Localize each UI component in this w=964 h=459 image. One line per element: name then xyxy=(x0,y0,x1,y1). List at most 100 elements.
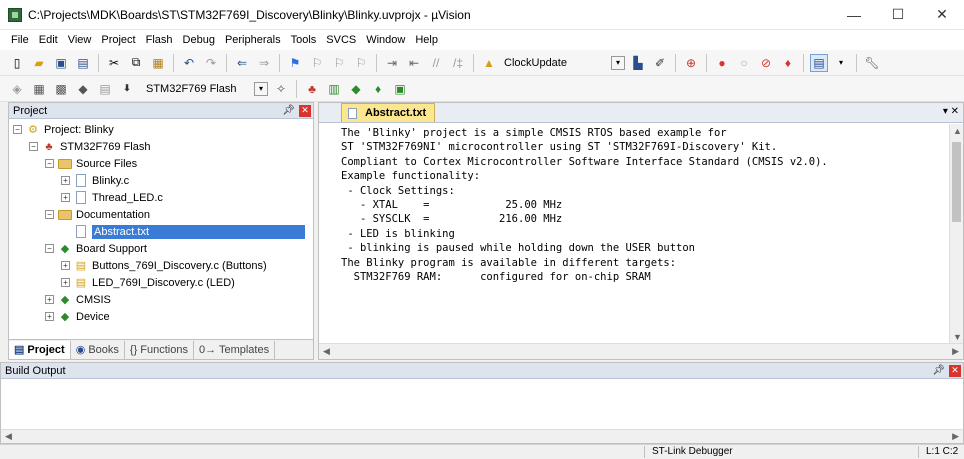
prev-bookmark-icon[interactable]: ⚐ xyxy=(308,54,326,72)
scroll-thumb[interactable] xyxy=(952,142,961,222)
undo-icon[interactable]: ↶ xyxy=(180,54,198,72)
build-icon[interactable]: ▦ xyxy=(30,80,48,98)
expand-icon[interactable]: + xyxy=(61,193,70,202)
tree-item-cmsis[interactable]: + ◆ CMSIS xyxy=(9,291,313,308)
comment-icon[interactable]: // xyxy=(427,54,445,72)
menu-debug[interactable]: Debug xyxy=(178,34,220,46)
menu-view[interactable]: View xyxy=(63,34,97,46)
redo-icon[interactable]: ↷ xyxy=(202,54,220,72)
collapse-icon[interactable]: − xyxy=(13,125,22,134)
save-all-icon[interactable]: ▤ xyxy=(74,54,92,72)
close-panel-icon[interactable]: ✕ xyxy=(299,104,311,117)
menu-peripherals[interactable]: Peripherals xyxy=(220,34,286,46)
kill-all-breakpoints-icon[interactable]: ♦ xyxy=(779,54,797,72)
tab-project[interactable]: ▤ Project xyxy=(9,340,71,359)
download-icon[interactable]: ⬇ xyxy=(118,80,136,98)
cut-icon[interactable]: ✂ xyxy=(105,54,123,72)
find-icon[interactable]: ▙ xyxy=(629,54,647,72)
pack-installer-icon[interactable]: ♦ xyxy=(369,80,387,98)
expand-icon[interactable]: + xyxy=(45,312,54,321)
minimize-button[interactable]: — xyxy=(832,0,876,30)
tree-item-buttons-c[interactable]: + ▤ Buttons_769I_Discovery.c (Buttons) xyxy=(9,257,313,274)
run-time-env-icon[interactable]: ▣ xyxy=(391,80,409,98)
tree-item-led-c[interactable]: + ▤ LED_769I_Discovery.c (LED) xyxy=(9,274,313,291)
scroll-left-icon[interactable]: ◀ xyxy=(5,431,12,442)
expand-icon[interactable]: + xyxy=(61,261,70,270)
paste-icon[interactable]: ▦ xyxy=(149,54,167,72)
expand-icon[interactable]: + xyxy=(61,176,70,185)
target-select[interactable]: STM32F769 Flash xyxy=(142,80,252,98)
copy-icon[interactable]: ⧉ xyxy=(127,54,145,72)
incremental-find-icon[interactable]: ✐ xyxy=(651,54,669,72)
dropdown-arrow-icon[interactable]: ▾ xyxy=(610,55,625,70)
menu-file[interactable]: File xyxy=(6,34,34,46)
collapse-icon[interactable]: − xyxy=(45,244,54,253)
stop-build-icon[interactable]: ▤ xyxy=(96,80,114,98)
menu-flash[interactable]: Flash xyxy=(141,34,178,46)
tree-item-device[interactable]: + ◆ Device xyxy=(9,308,313,325)
indent-icon[interactable]: ⇥ xyxy=(383,54,401,72)
collapse-icon[interactable]: − xyxy=(45,210,54,219)
find-function-field[interactable]: ClockUpdate xyxy=(504,57,567,69)
tab-books[interactable]: ◉ Books xyxy=(71,340,125,359)
tree-item-source-files[interactable]: − Source Files xyxy=(9,155,313,172)
start-debug-icon[interactable]: ⊕ xyxy=(682,54,700,72)
editor-vertical-scrollbar[interactable]: ▲ ▼ xyxy=(949,124,963,344)
tree-item-target[interactable]: − ♣ STM32F769 Flash xyxy=(9,138,313,155)
bookmark-icon[interactable]: ⚑ xyxy=(286,54,304,72)
close-button[interactable]: ✕ xyxy=(920,0,964,30)
menu-edit[interactable]: Edit xyxy=(34,34,63,46)
target-options-icon[interactable]: ✧ xyxy=(272,80,290,98)
batch-build-icon[interactable]: ◆ xyxy=(74,80,92,98)
configure-icon[interactable]: 🔧︎ xyxy=(863,54,881,72)
maximize-button[interactable]: ☐ xyxy=(876,0,920,30)
tree-item-project[interactable]: − ⚙ Project: Blinky xyxy=(9,121,313,138)
find-in-files-icon[interactable]: ▲ xyxy=(480,54,498,72)
pin-icon[interactable]: 📌︎ xyxy=(932,365,945,376)
menu-help[interactable]: Help xyxy=(410,34,443,46)
tab-list-icon[interactable]: ▾ ✕ xyxy=(943,106,959,117)
expand-icon[interactable]: + xyxy=(45,295,54,304)
scroll-up-icon[interactable]: ▲ xyxy=(953,126,962,136)
new-file-icon[interactable]: ▯ xyxy=(8,54,26,72)
tree-item-abstract-txt[interactable]: Abstract.txt xyxy=(9,223,313,240)
editor-horizontal-scrollbar[interactable]: ◀ ▶ xyxy=(319,343,963,359)
editor-tab-abstract[interactable]: Abstract.txt xyxy=(341,103,436,122)
uncomment-icon[interactable]: /‡ xyxy=(449,54,467,72)
tree-item-documentation[interactable]: − Documentation xyxy=(9,206,313,223)
menu-window[interactable]: Window xyxy=(361,34,410,46)
scroll-left-icon[interactable]: ◀ xyxy=(323,346,330,357)
menu-project[interactable]: Project xyxy=(96,34,140,46)
collapse-icon[interactable]: − xyxy=(29,142,38,151)
tab-templates[interactable]: 0→ Templates xyxy=(194,340,276,359)
target-dropdown-icon[interactable]: ▾ xyxy=(254,81,268,96)
pin-icon[interactable]: 📌︎ xyxy=(282,105,295,116)
window-layout-icon[interactable]: ▤ xyxy=(809,53,828,72)
unindent-icon[interactable]: ⇤ xyxy=(405,54,423,72)
navigate-forward-icon[interactable]: ⇒ xyxy=(255,54,273,72)
menu-svcs[interactable]: SVCS xyxy=(321,34,361,46)
scroll-right-icon[interactable]: ▶ xyxy=(952,346,959,357)
tree-item-blinky-c[interactable]: + Blinky.c xyxy=(9,172,313,189)
disable-breakpoint-icon[interactable]: ○ xyxy=(735,54,753,72)
close-panel-icon[interactable]: ✕ xyxy=(949,364,961,377)
window-layout-dropdown-icon[interactable]: ▾ xyxy=(832,54,850,72)
translate-icon[interactable]: ◈ xyxy=(8,80,26,98)
expand-icon[interactable]: + xyxy=(61,278,70,287)
disable-all-breakpoints-icon[interactable]: ⊘ xyxy=(757,54,775,72)
next-bookmark-icon[interactable]: ⚐ xyxy=(330,54,348,72)
open-file-icon[interactable]: ▰ xyxy=(30,54,48,72)
scroll-down-icon[interactable]: ▼ xyxy=(953,332,962,342)
file-extensions-icon[interactable]: ♣ xyxy=(303,80,321,98)
navigate-back-icon[interactable]: ⇐ xyxy=(233,54,251,72)
collapse-icon[interactable]: − xyxy=(45,159,54,168)
rebuild-icon[interactable]: ▩ xyxy=(52,80,70,98)
menu-tools[interactable]: Tools xyxy=(286,34,322,46)
build-horizontal-scrollbar[interactable]: ◀ ▶ xyxy=(1,429,963,443)
manage-components-icon[interactable]: ▥ xyxy=(325,80,343,98)
insert-breakpoint-icon[interactable]: ● xyxy=(713,54,731,72)
clear-bookmarks-icon[interactable]: ⚐ xyxy=(352,54,370,72)
editor-text[interactable]: The 'Blinky' project is a simple CMSIS R… xyxy=(319,124,949,344)
tab-functions[interactable]: {} Functions xyxy=(125,340,194,359)
scroll-right-icon[interactable]: ▶ xyxy=(952,431,959,442)
